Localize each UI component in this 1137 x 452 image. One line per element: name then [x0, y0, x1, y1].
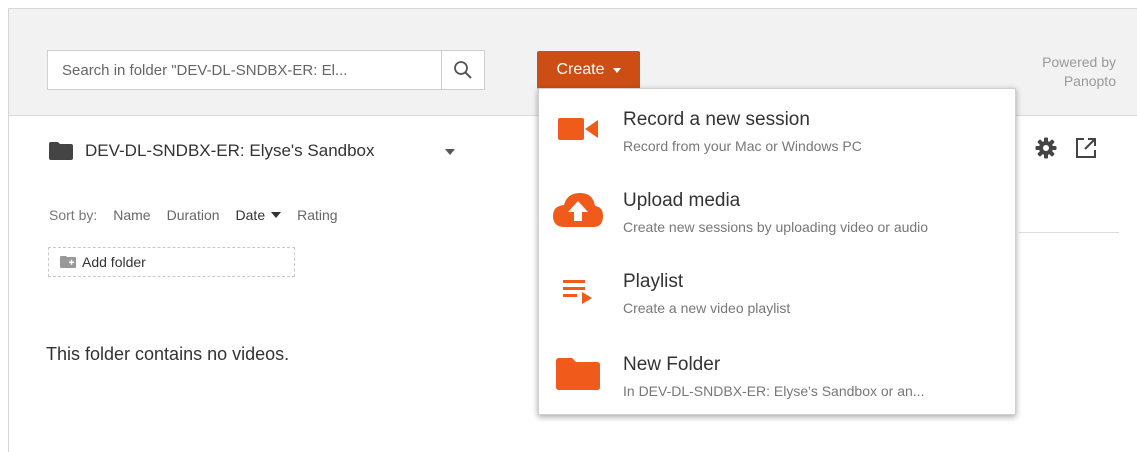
sort-option-rating[interactable]: Rating	[297, 207, 337, 223]
menu-item-title: Upload media	[623, 190, 741, 211]
menu-item-description: Create new sessions by uploading video o…	[623, 219, 929, 235]
menu-item-new-folder[interactable]: New Folder In DEV-DL-SNDBX-ER: Elyse's S…	[539, 334, 1015, 414]
folder-actions	[1035, 137, 1097, 159]
sort-label: Sort by:	[49, 207, 98, 223]
powered-by-line1: Powered by	[1042, 54, 1116, 70]
folder-icon	[49, 142, 73, 160]
menu-item-title: Record a new session	[623, 109, 810, 130]
folder-dropdown-icon[interactable]	[445, 149, 455, 155]
menu-item-record-session[interactable]: Record a new session Record from your Ma…	[539, 89, 1015, 169]
powered-by: Powered by Panopto	[1042, 53, 1116, 91]
folder-header: DEV-DL-SNDBX-ER: Elyse's Sandbox	[49, 141, 375, 161]
add-folder-button[interactable]: Add folder	[48, 247, 295, 277]
open-external-icon[interactable]	[1075, 137, 1097, 159]
playlist-icon	[553, 251, 603, 331]
chevron-down-icon	[612, 67, 621, 73]
search-button[interactable]	[441, 51, 484, 89]
sort-option-duration[interactable]: Duration	[167, 207, 220, 223]
menu-item-description: Record from your Mac or Windows PC	[623, 138, 862, 154]
menu-item-description: Create a new video playlist	[623, 300, 791, 316]
empty-message: This folder contains no videos.	[46, 344, 290, 364]
sort-option-date-label: Date	[235, 207, 266, 223]
search-box	[47, 50, 485, 90]
video-camera-icon	[553, 89, 603, 169]
search-input[interactable]	[48, 51, 441, 89]
sort-bar: Sort by: Name Duration Date Rating	[49, 207, 338, 223]
powered-by-line2: Panopto	[1063, 73, 1116, 89]
menu-item-description: In DEV-DL-SNDBX-ER: Elyse's Sandbox or a…	[623, 383, 925, 399]
sort-option-date[interactable]: Date	[236, 207, 282, 223]
menu-item-playlist[interactable]: Playlist Create a new video playlist	[539, 251, 1015, 331]
cloud-upload-icon	[553, 170, 603, 250]
folder-icon	[553, 334, 603, 414]
divider	[1019, 232, 1119, 233]
add-folder-label: Add folder	[82, 254, 146, 270]
create-menu: Record a new session Record from your Ma…	[538, 88, 1016, 415]
menu-item-title: New Folder	[623, 354, 721, 375]
gear-icon[interactable]	[1035, 137, 1057, 159]
add-folder-icon	[60, 256, 76, 268]
menu-item-upload-media[interactable]: Upload media Create new sessions by uplo…	[539, 170, 1015, 250]
create-button[interactable]: Create	[537, 51, 640, 89]
create-button-label: Create	[556, 61, 605, 78]
search-icon	[454, 61, 472, 79]
folder-name[interactable]: DEV-DL-SNDBX-ER: Elyse's Sandbox	[85, 141, 375, 161]
sort-desc-icon	[271, 212, 282, 218]
sort-option-name[interactable]: Name	[113, 207, 150, 223]
menu-item-title: Playlist	[623, 271, 684, 292]
